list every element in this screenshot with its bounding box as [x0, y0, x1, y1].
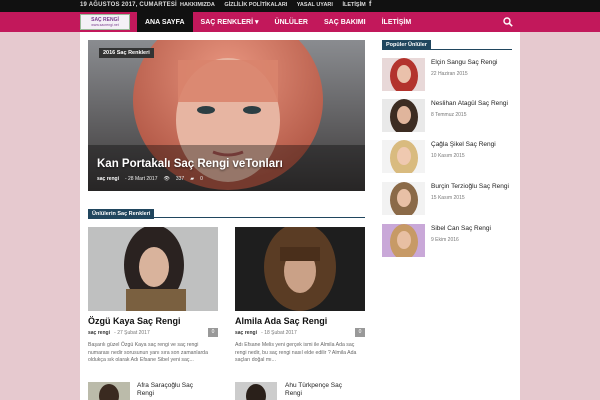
sidebar-thumb [382, 140, 425, 173]
sidebar-item[interactable]: Burçin Terzioğlu Saç Rengi 15 Kasım 2015 [382, 182, 517, 216]
sidebar-item-name[interactable]: Neslihan Atagül Saç Rengi [431, 100, 517, 107]
hero-meta: saç rengi - 28 Mart 2017 👁 337 ▰ 0 [97, 176, 203, 182]
logo-url: www.sacrengi.net [91, 23, 119, 27]
sidebar-item-name[interactable]: Çağla Şikel Saç Rengi [431, 141, 517, 148]
sidebar-divider [382, 49, 512, 50]
card-comment-count-2[interactable]: 0 [355, 328, 365, 337]
search-icon[interactable] [503, 17, 513, 27]
hero-comments: 0 [200, 176, 203, 182]
small-post-title-2[interactable]: Ahu Türkpençe Saç Rengi [285, 382, 355, 398]
link-hakkimizda[interactable]: HAKKIMIZDA [180, 2, 215, 8]
link-iletisim[interactable]: İLETİŞİM [342, 2, 365, 8]
link-yasal-uyari[interactable]: YASAL UYARI [297, 2, 333, 8]
sidebar-thumb-image-5 [382, 224, 425, 257]
sidebar-item[interactable]: Sibel Can Saç Rengi 9 Ekim 2016 [382, 224, 517, 258]
top-links: HAKKIMIZDA GİZLİLİK POLİTİKALARI YASAL U… [180, 2, 374, 8]
hero-title[interactable]: Kan Portakalı Saç Rengi veTonları [97, 158, 283, 170]
eye-icon: 👁 [163, 176, 170, 182]
sidebar-thumb-image-4 [382, 182, 425, 215]
sidebar-thumb-image-1 [382, 58, 425, 91]
sidebar-item-name[interactable]: Burçin Terzioğlu Saç Rengi [431, 183, 517, 190]
comment-icon: ▰ [190, 176, 195, 182]
sidebar-item[interactable]: Neslihan Atagül Saç Rengi 8 Temmuz 2015 [382, 99, 517, 133]
nav-item-sac-renkleri[interactable]: SAÇ RENKLERİ ▾ [193, 12, 267, 32]
small-post-thumb-2[interactable] [235, 382, 277, 400]
sidebar-item[interactable]: Çağla Şikel Saç Rengi 10 Kasım 2015 [382, 140, 517, 174]
main-menu: ANA SAYFA SAÇ RENKLERİ ▾ ÜNLÜLER SAÇ BAK… [137, 12, 419, 32]
top-bar: 19 AĞUSTOS 2017, CUMARTESİ HAKKIMIZDA Gİ… [0, 0, 600, 12]
sidebar-item-date: 15 Kasım 2015 [431, 195, 465, 201]
site-logo[interactable]: SAÇ RENGİ www.sacrengi.net [80, 14, 130, 30]
card-author-1[interactable]: saç rengi [88, 330, 110, 336]
sidebar-thumb [382, 182, 425, 215]
card-date-1: - 27 Şubat 2017 [114, 330, 150, 336]
card-meta-1: saç rengi - 27 Şubat 2017 [88, 330, 150, 336]
section-divider [88, 217, 365, 218]
hero-views: 337 [175, 176, 185, 182]
sidebar-item-name[interactable]: Sibel Can Saç Rengi [431, 225, 517, 232]
sidebar-thumb [382, 99, 425, 132]
sidebar-item-date: 9 Ekim 2016 [431, 237, 459, 243]
current-date: 19 AĞUSTOS 2017, CUMARTESİ [80, 2, 177, 8]
card-author-2[interactable]: saç rengi [235, 330, 257, 336]
sidebar-thumb-image-3 [382, 140, 425, 173]
sidebar-thumb [382, 224, 425, 257]
sidebar-item-date: 22 Haziran 2015 [431, 71, 468, 77]
hero-date: - 28 Mart 2017 [124, 176, 158, 182]
card-image-ozgu-kaya[interactable] [88, 227, 218, 311]
sidebar-item[interactable]: Elçin Sangu Saç Rengi 22 Haziran 2015 [382, 58, 517, 92]
nav-item-unluler[interactable]: ÜNLÜLER [267, 12, 316, 32]
main-navbar: SAÇ RENGİ www.sacrengi.net ANA SAYFA SAÇ… [0, 12, 600, 32]
card-comment-count-1[interactable]: 0 [208, 328, 218, 337]
nav-item-ana-sayfa[interactable]: ANA SAYFA [137, 12, 193, 32]
facebook-icon[interactable]: f [369, 1, 371, 8]
hero-author[interactable]: saç rengi [97, 176, 119, 182]
card-image-almila-ada[interactable] [235, 227, 365, 311]
card-image-1 [88, 227, 218, 311]
card-title-2[interactable]: Almila Ada Saç Rengi [235, 316, 327, 326]
hero-category-badge[interactable]: 2016 Saç Renkleri [99, 48, 154, 58]
small-post-title-1[interactable]: Afra Saraçoğlu Saç Rengi [137, 382, 207, 398]
card-excerpt-2: Adı Efsane Melis yeni gerçek ismi ile Al… [235, 342, 357, 363]
sidebar-item-name[interactable]: Elçin Sangu Saç Rengi [431, 59, 517, 66]
small-post-thumb-1[interactable] [88, 382, 130, 400]
sidebar-thumb-image-2 [382, 99, 425, 132]
small-thumb-image-2 [235, 382, 277, 400]
nav-item-iletisim[interactable]: İLETİŞİM [374, 12, 420, 32]
card-meta-2: saç rengi - 18 Şubat 2017 [235, 330, 297, 336]
sidebar-item-date: 8 Temmuz 2015 [431, 112, 467, 118]
link-gizlilik[interactable]: GİZLİLİK POLİTİKALARI [224, 2, 287, 8]
hero-post[interactable]: 2016 Saç Renkleri Kan Portakalı Saç Reng… [88, 40, 365, 191]
sidebar-thumb [382, 58, 425, 91]
card-image-2 [235, 227, 365, 311]
card-title-1[interactable]: Özgü Kaya Saç Rengi [88, 316, 181, 326]
nav-item-sac-bakimi[interactable]: SAÇ BAKIMI [316, 12, 374, 32]
card-date-2: - 18 Şubat 2017 [261, 330, 297, 336]
card-excerpt-1: Başarılı güzel Özgü Kaya saç rengi ve sa… [88, 342, 208, 363]
small-thumb-image-1 [88, 382, 130, 400]
sidebar-item-date: 10 Kasım 2015 [431, 153, 465, 159]
